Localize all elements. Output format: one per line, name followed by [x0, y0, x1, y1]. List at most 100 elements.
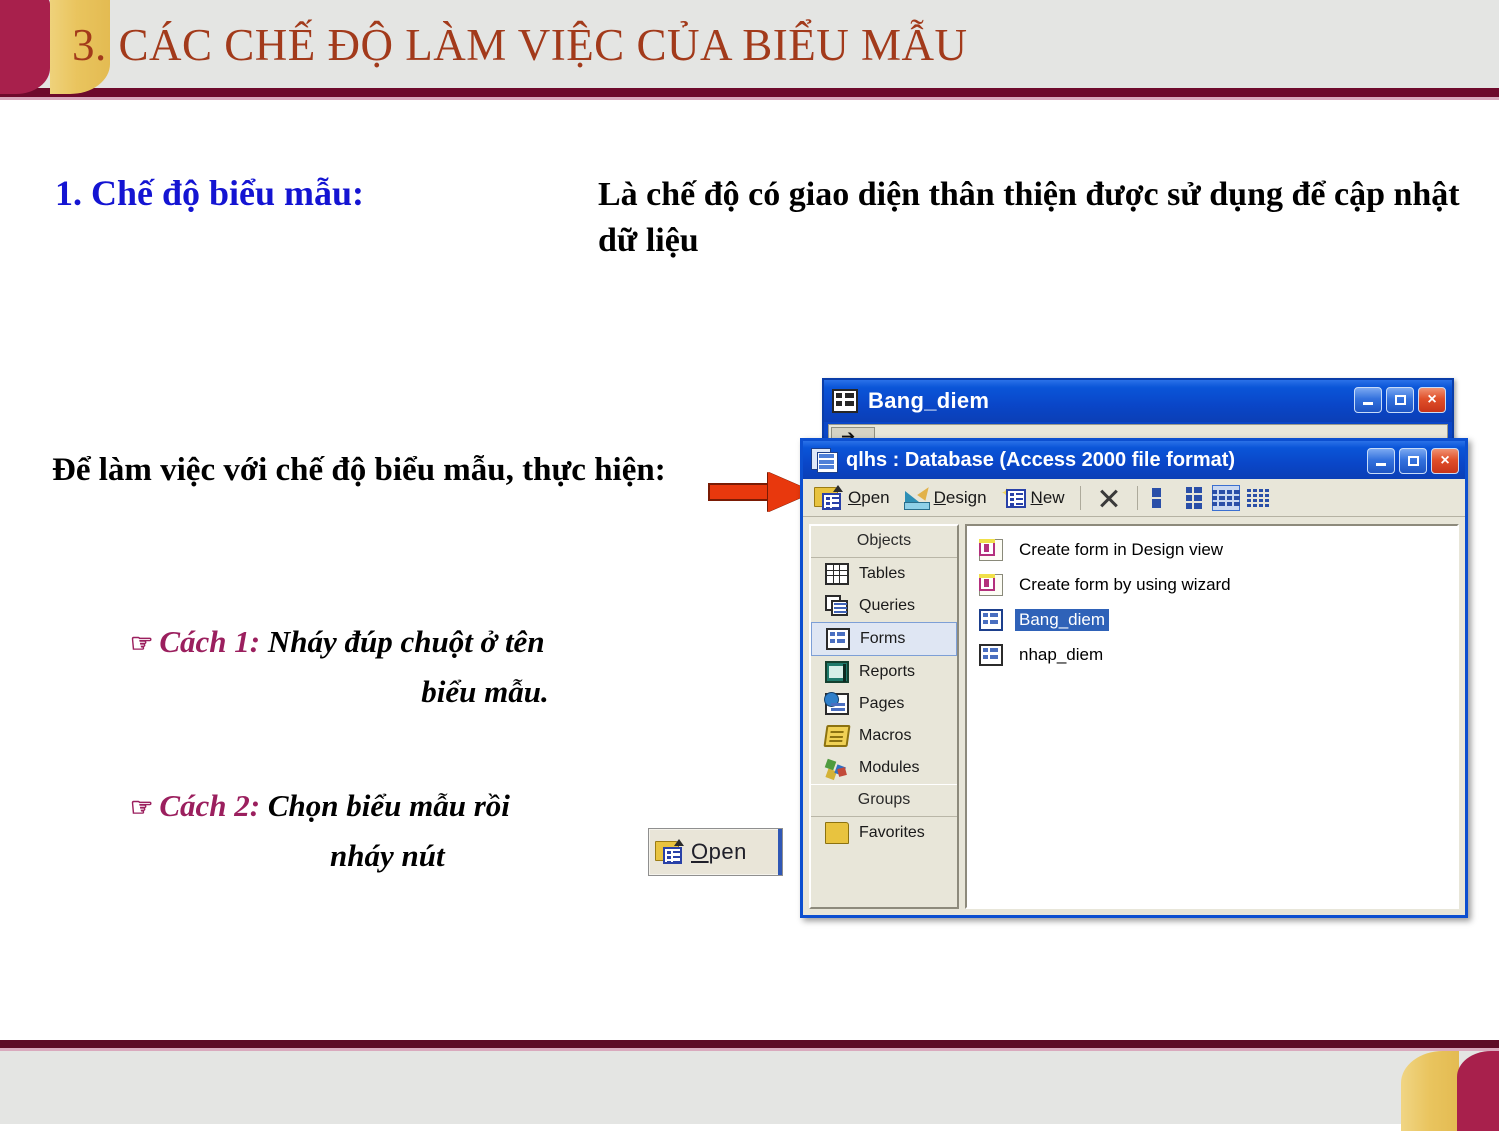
sidebar-item-queries[interactable]: Queries — [811, 590, 957, 622]
list-item-label: Create form by using wizard — [1019, 574, 1231, 594]
details-view-button[interactable] — [1244, 485, 1272, 511]
folder-open-form-icon — [655, 839, 685, 865]
folder-open-form-icon — [814, 484, 844, 511]
toolbar-design-accel: D — [933, 487, 946, 507]
sidebar-item-label: Pages — [859, 695, 905, 712]
sidebar-item-label: Reports — [859, 663, 916, 680]
close-button[interactable]: × — [1418, 387, 1446, 413]
cach-2-colon: : — [249, 788, 261, 823]
qlhs-titlebar[interactable]: qlhs : Database (Access 2000 file format… — [803, 441, 1465, 479]
sidebar-item-forms[interactable]: Forms — [811, 622, 957, 656]
sidebar-item-modules[interactable]: Modules — [811, 752, 957, 784]
forms-list-pane[interactable]: Create form in Design view Create form b… — [965, 524, 1459, 909]
list-item-nhap-diem[interactable]: nhap_diem — [973, 637, 1457, 672]
cach-1-text-line2: biểu mẫu. — [421, 674, 549, 709]
sidebar-item-label: Queries — [859, 597, 916, 614]
form-item-icon — [979, 643, 1003, 666]
instruction-paragraph: Để làm việc với chế độ biểu mẫu, thực hi… — [52, 452, 666, 488]
cach-1-label: Cách 1 — [159, 624, 250, 659]
form-item-icon — [979, 608, 1003, 631]
section-heading-che-do-bieu-mau: 1. Chế độ biểu mẫu: — [55, 173, 365, 213]
list-view-button[interactable] — [1211, 484, 1240, 511]
toolbar-new-button[interactable]: ✦ New — [996, 484, 1070, 512]
delete-x-icon — [1096, 486, 1122, 510]
minimize-button[interactable] — [1367, 448, 1395, 474]
sidebar-item-reports[interactable]: Reports — [811, 656, 957, 688]
pages-icon — [824, 692, 849, 715]
maximize-button[interactable] — [1399, 448, 1427, 474]
qlhs-window-controls: × — [1367, 448, 1459, 474]
footer-divider-line — [0, 1040, 1499, 1048]
form-icon — [832, 389, 858, 413]
arrow-to-database-window — [708, 472, 814, 512]
large-icons-view-button[interactable] — [1148, 485, 1176, 511]
page-title: 3. CÁC CHẾ ĐỘ LÀM VIỆC CỦA BIỂU MẪU — [72, 20, 968, 70]
sidebar-item-label: Forms — [860, 630, 906, 647]
maximize-button[interactable] — [1386, 387, 1414, 413]
footer-decoration-gold-bar — [1401, 1051, 1459, 1131]
cach-1-text-line1: Nháy đúp chuột ở tên — [267, 624, 545, 659]
toolbar-design-rest: esign — [945, 487, 987, 507]
qlhs-content-area: Objects Tables Queries Forms Reports Pag… — [803, 518, 1465, 915]
toolbar-open-rest: pen — [861, 487, 890, 507]
tables-icon — [825, 563, 849, 585]
list-item[interactable]: Create form in Design view — [973, 532, 1457, 567]
toolbar-separator — [1136, 485, 1138, 510]
sidebar-item-pages[interactable]: Pages — [811, 688, 957, 720]
header-divider-accent — [0, 97, 1499, 100]
qlhs-toolbar: Open Design ✦ New — [803, 479, 1465, 517]
sidebar-item-label: Macros — [859, 727, 912, 744]
header-divider-line — [0, 88, 1499, 97]
close-button[interactable]: × — [1431, 448, 1459, 474]
access-screenshot-group: Bang_diem × ➔ qlhs : Database (Access 20… — [800, 370, 1468, 918]
open-button-illustration: Open — [648, 828, 783, 876]
design-ruler-pencil-icon — [903, 483, 933, 510]
toolbar-new-rest: ew — [1042, 487, 1065, 507]
cach-2-label: Cách 2 — [159, 788, 250, 823]
list-item-bang-diem[interactable]: Bang_diem — [973, 602, 1457, 637]
toolbar-new-accel: N — [1030, 487, 1043, 507]
list-item[interactable]: Create form by using wizard — [973, 567, 1457, 602]
toolbar-design-label: Design — [934, 488, 987, 508]
toolbar-open-label: Open — [848, 488, 890, 508]
sidebar-item-macros[interactable]: Macros — [811, 720, 957, 752]
toolbar-open-accel: O — [848, 487, 862, 507]
minimize-button[interactable] — [1354, 387, 1382, 413]
toolbar-design-button[interactable]: Design — [899, 483, 992, 512]
open-accel-letter: O — [691, 839, 709, 864]
modules-icon — [825, 757, 849, 779]
slide-footer-band — [0, 1051, 1499, 1124]
list-item-label: Create form in Design view — [1019, 539, 1224, 559]
sidebar-item-label: Favorites — [859, 824, 925, 841]
bang-diem-window-title: Bang_diem — [868, 388, 990, 413]
groups-panel-header: Groups — [811, 784, 957, 817]
objects-panel: Objects Tables Queries Forms Reports Pag… — [809, 524, 959, 909]
bang-diem-window-controls: × — [1354, 387, 1446, 413]
sidebar-item-label: Tables — [859, 565, 906, 582]
open-rest-label: pen — [708, 839, 747, 864]
sidebar-item-favorites[interactable]: Favorites — [811, 817, 957, 849]
hand-pointer-icon: ☞ — [130, 793, 154, 822]
toolbar-open-button[interactable]: Open — [809, 483, 895, 513]
footer-decoration-maroon-bar — [1457, 1051, 1499, 1131]
sidebar-item-label: Modules — [859, 759, 920, 776]
new-form-shortcut-icon — [979, 573, 1003, 596]
new-form-sparkle-icon: ✦ — [1001, 485, 1027, 510]
toolbar-new-label: New — [1031, 488, 1065, 508]
cach-2-text-line1: Chọn biểu mẫu rồi — [267, 788, 510, 823]
toolbar-delete-button[interactable] — [1091, 484, 1127, 512]
reports-icon — [825, 661, 849, 683]
objects-panel-header: Objects — [811, 526, 957, 558]
favorites-folder-icon — [825, 822, 849, 844]
forms-icon — [826, 628, 850, 650]
macros-icon — [823, 725, 851, 747]
list-item-label: nhap_diem — [1019, 644, 1104, 664]
database-icon — [811, 448, 838, 473]
queries-icon — [825, 595, 849, 617]
sidebar-item-tables[interactable]: Tables — [811, 558, 957, 590]
small-icons-view-button[interactable] — [1180, 485, 1208, 511]
cach-1-colon: : — [249, 624, 261, 659]
open-button-illustration-label: Open — [691, 839, 747, 865]
qlhs-database-window[interactable]: qlhs : Database (Access 2000 file format… — [800, 438, 1468, 918]
bang-diem-titlebar[interactable]: Bang_diem × — [824, 380, 1452, 422]
